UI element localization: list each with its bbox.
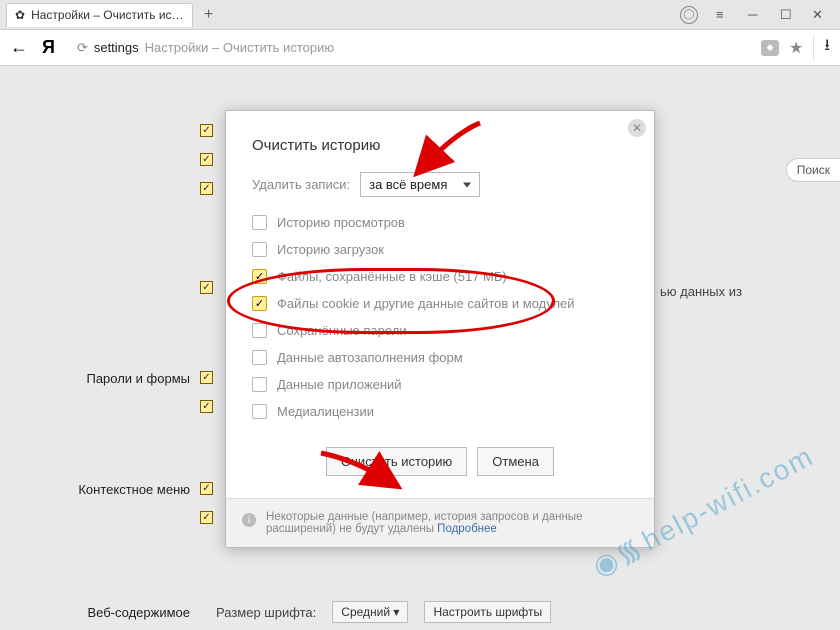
bg-checkbox[interactable]: ✓ — [200, 124, 213, 137]
bg-checkbox[interactable]: ✓ — [200, 371, 213, 384]
option-label: Данные приложений — [277, 377, 402, 392]
tab-bar: ✿ Настройки – Очистить ис… + ◯ ≡ ─ ☐ ✕ — [0, 0, 840, 30]
font-size-label: Размер шрифта: — [216, 605, 316, 620]
dialog-title: Очистить историю — [252, 137, 628, 154]
option-row-history: Историю просмотров — [252, 215, 628, 230]
close-window-button[interactable]: ✕ — [812, 7, 826, 23]
menu-icon[interactable]: ≡ — [716, 7, 730, 22]
address-protocol: settings — [94, 40, 139, 55]
footer-link[interactable]: Подробнее — [437, 523, 497, 535]
maximize-button[interactable]: ☐ — [780, 7, 794, 23]
option-label: Данные автозаполнения форм — [277, 350, 463, 365]
clear-button[interactable]: Очистить историю — [326, 447, 467, 476]
new-tab-button[interactable]: + — [197, 3, 221, 27]
checkbox-cookies[interactable]: ✓ — [252, 296, 267, 311]
back-button[interactable]: ← — [10, 37, 28, 58]
cancel-button[interactable]: Отмена — [477, 447, 554, 476]
checkbox-autofill[interactable] — [252, 350, 267, 365]
minimize-button[interactable]: ─ — [748, 7, 762, 22]
bg-text: ью данных из — [660, 284, 742, 299]
font-size-select[interactable]: Средний ▾ — [332, 601, 408, 623]
bg-checkbox[interactable]: ✓ — [200, 281, 213, 294]
bg-checkbox[interactable]: ✓ — [200, 482, 213, 495]
clear-history-dialog: ✕ Очистить историю Удалить записи: за вс… — [225, 110, 655, 548]
option-label: Историю загрузок — [277, 242, 384, 257]
section-label: Пароли и формы — [40, 371, 190, 386]
settings-search[interactable]: Поиск — [786, 158, 840, 182]
option-row-media: Медиалицензии — [252, 404, 628, 419]
toolbar: ← Я ⟳ settings Настройки – Очистить исто… — [0, 30, 840, 66]
reload-icon[interactable]: ⟳ — [77, 40, 88, 56]
dialog-footer: i Некоторые данные (например, история за… — [226, 498, 654, 547]
address-bar[interactable]: ⟳ settings Настройки – Очистить историю — [69, 35, 747, 61]
checkbox-passwords[interactable] — [252, 323, 267, 338]
option-label: Файлы cookie и другие данные сайтов и мо… — [277, 296, 575, 311]
footer-text: Некоторые данные (например, история запр… — [266, 511, 582, 535]
option-label: Сохранённые пароли — [277, 323, 407, 338]
checkbox-history[interactable] — [252, 215, 267, 230]
info-icon: i — [242, 513, 256, 527]
time-range-select[interactable]: за всё время — [360, 172, 480, 197]
option-label: Файлы, сохранённые в кэше (517 МБ) — [277, 269, 507, 284]
bookmark-icon[interactable]: ★ — [789, 38, 803, 58]
address-path: Настройки – Очистить историю — [145, 40, 334, 55]
protect-icon[interactable]: ◆ — [761, 40, 779, 56]
tab-title: Настройки – Очистить ис… — [31, 8, 183, 22]
window-controls: ◯ ≡ ─ ☐ ✕ — [680, 6, 840, 24]
section-label: Контекстное меню — [40, 482, 190, 497]
option-row-passwords: Сохранённые пароли — [252, 323, 628, 338]
dialog-close-button[interactable]: ✕ — [628, 119, 646, 137]
option-row-autofill: Данные автозаполнения форм — [252, 350, 628, 365]
option-row-cookies: ✓ Файлы cookie и другие данные сайтов и … — [252, 296, 628, 311]
option-row-cache: ✓ Файлы, сохранённые в кэше (517 МБ) — [252, 269, 628, 284]
user-icon[interactable]: ◯ — [680, 6, 698, 24]
download-icon[interactable]: ⭳ — [824, 34, 830, 61]
checkbox-cache[interactable]: ✓ — [252, 269, 267, 284]
bg-checkbox[interactable]: ✓ — [200, 153, 213, 166]
bg-checkbox[interactable]: ✓ — [200, 511, 213, 524]
home-button[interactable]: Я — [42, 37, 55, 58]
checkbox-appdata[interactable] — [252, 377, 267, 392]
gear-icon: ✿ — [15, 8, 25, 22]
option-row-appdata: Данные приложений — [252, 377, 628, 392]
browser-tab[interactable]: ✿ Настройки – Очистить ис… — [6, 3, 193, 27]
option-row-downloads: Историю загрузок — [252, 242, 628, 257]
option-label: Медиалицензии — [277, 404, 374, 419]
separator — [813, 36, 814, 60]
option-label: Историю просмотров — [277, 215, 405, 230]
time-range-label: Удалить записи: — [252, 177, 350, 192]
options-list: Историю просмотров Историю загрузок ✓ Фа… — [252, 215, 628, 419]
checkbox-media[interactable] — [252, 404, 267, 419]
bg-checkbox[interactable]: ✓ — [200, 400, 213, 413]
section-label: Веб-содержимое — [40, 605, 190, 620]
bg-checkbox[interactable]: ✓ — [200, 182, 213, 195]
checkbox-downloads[interactable] — [252, 242, 267, 257]
customize-fonts-button[interactable]: Настроить шрифты — [424, 601, 551, 623]
